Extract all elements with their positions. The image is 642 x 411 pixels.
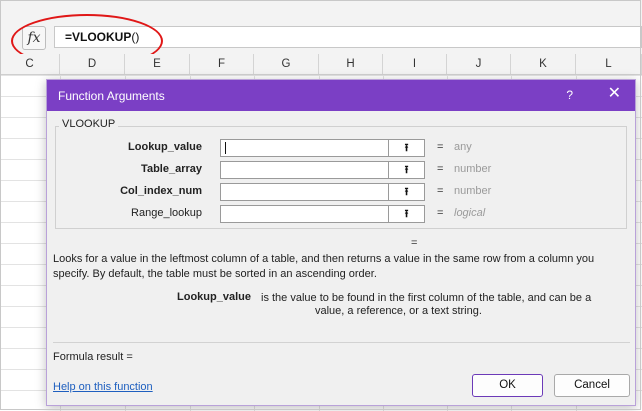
equals-sign: = [437,163,444,175]
argument-row-lookup-value: Lookup_value ⭱ = any [56,139,626,157]
equals-sign: = [437,207,444,219]
argument-label: Col_index_num [120,185,202,197]
column-header-c[interactable]: C [0,54,60,74]
dialog-title: Function Arguments [58,89,165,103]
column-header-h[interactable]: H [319,54,383,74]
argument-label: Lookup_value [128,141,202,153]
divider [53,342,630,343]
help-button[interactable]: ? [566,88,573,102]
formula-function-name: =VLOOKUP [65,30,132,44]
argument-row-range-lookup: Range_lookup ⭱ = logical [56,205,626,223]
cancel-button[interactable]: Cancel [554,374,630,397]
column-header-e[interactable]: E [125,54,190,74]
arguments-group: Lookup_value ⭱ = any Table_array ⭱ = num… [55,126,627,229]
dialog-title-bar[interactable]: Function Arguments ? ✕ [47,80,635,111]
equals-sign: = [437,141,444,153]
equals-sign: = [437,185,444,197]
argument-result: any [454,141,472,153]
collapse-dialog-button[interactable]: ⭱ [388,139,425,157]
column-header-i[interactable]: I [383,54,447,74]
ok-button[interactable]: OK [472,374,543,397]
collapse-dialog-button[interactable]: ⭱ [388,205,425,223]
collapse-arrow-icon: ⭱ [404,164,409,176]
argument-label: Table_array [141,163,202,175]
argument-result: logical [454,207,486,219]
collapse-arrow-icon: ⭱ [404,142,409,154]
help-on-function-link[interactable]: Help on this function [53,381,153,393]
argument-label: Range_lookup [131,207,202,219]
function-name-label: VLOOKUP [59,118,119,130]
column-headers: C D E F G H I J K L [0,54,642,75]
argument-help-text: is the value to be found in the first co… [261,292,592,304]
text-caret [225,142,226,154]
function-description: Looks for a value in the leftmost column… [53,253,595,280]
argument-help-name: Lookup_value [177,291,251,303]
column-header-g[interactable]: G [254,54,319,74]
collapse-dialog-button[interactable]: ⭱ [388,161,425,179]
formula-result-label: Formula result = [53,351,133,363]
collapse-arrow-icon: ⭱ [404,208,409,220]
column-header-f[interactable]: F [190,54,254,74]
argument-row-table-array: Table_array ⭱ = number [56,161,626,179]
function-result-equals: = [411,237,418,249]
column-header-l[interactable]: L [576,54,642,74]
argument-row-col-index-num: Col_index_num ⭱ = number [56,183,626,201]
close-button[interactable]: ✕ [608,85,621,103]
column-header-j[interactable]: J [447,54,511,74]
column-header-k[interactable]: K [511,54,576,74]
function-arguments-dialog: Function Arguments ? ✕ Lookup_value ⭱ = … [46,79,636,406]
argument-help-text-continued: value, a reference, or a text string. [315,305,482,317]
collapse-dialog-button[interactable]: ⭱ [388,183,425,201]
insert-function-button[interactable]: fx [22,26,46,50]
column-header-d[interactable]: D [60,54,125,74]
argument-result: number [454,163,492,175]
formula-bar: fx =VLOOKUP() [0,0,642,54]
collapse-arrow-icon: ⭱ [404,186,409,198]
formula-parens: () [131,30,140,44]
argument-result: number [454,185,492,197]
formula-input[interactable]: =VLOOKUP() [54,26,642,48]
